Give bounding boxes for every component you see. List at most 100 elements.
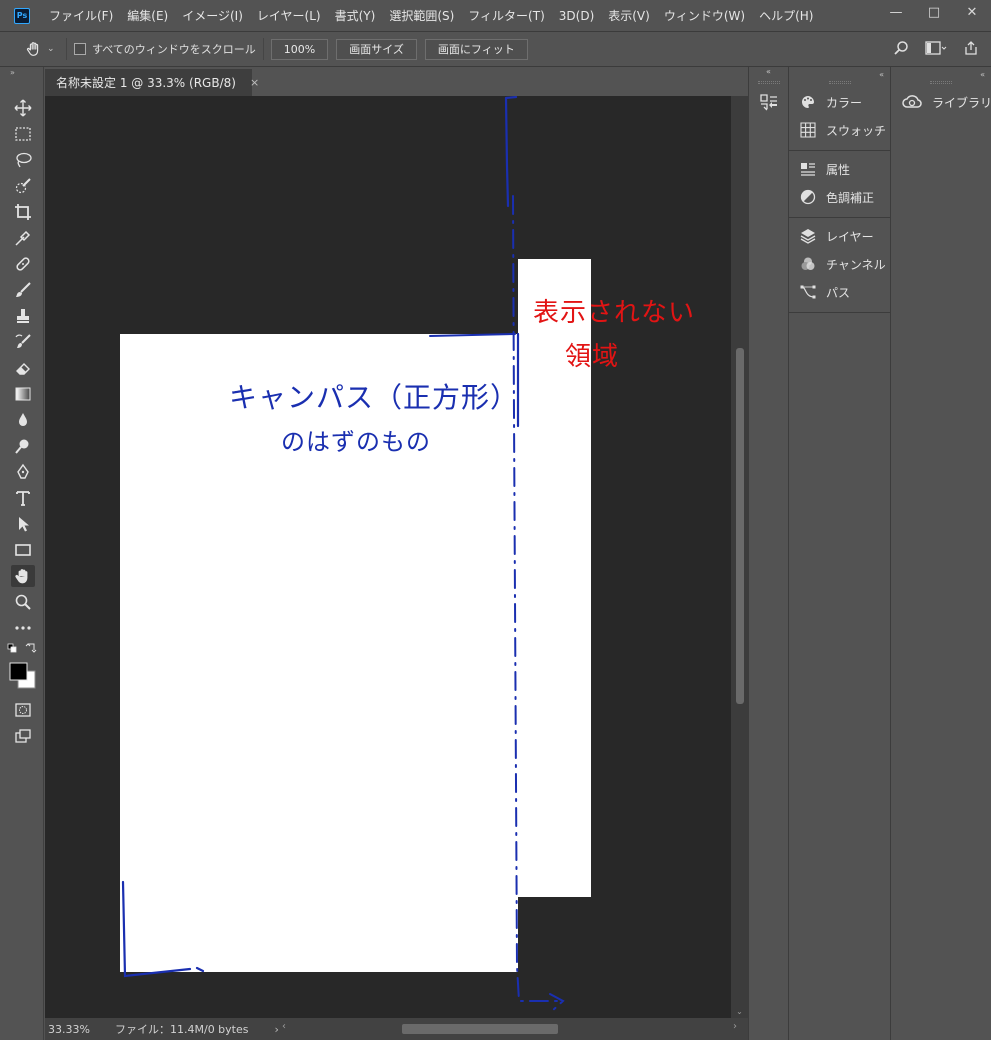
healing-brush-tool-icon[interactable] [11, 253, 35, 275]
status-menu-arrow-icon[interactable]: › [275, 1023, 279, 1036]
panel-group-libraries: ライブラリ [891, 84, 991, 122]
close-window-button[interactable]: ✕ [953, 0, 991, 24]
zoom-100-button[interactable]: 100% [270, 38, 329, 60]
annotation-hidden-note-line1: 表示されない [533, 298, 696, 328]
foreground-background-color-icon[interactable] [8, 661, 38, 691]
scroll-all-label: すべてのウィンドウをスクロール [92, 43, 256, 56]
document-tab[interactable]: 名称未設定 1 @ 33.3% (RGB/8) × [45, 69, 259, 96]
panel-tab-adjustments[interactable]: 色調補正 [789, 183, 890, 211]
zoom-tool-icon[interactable] [11, 591, 35, 613]
clone-stamp-tool-icon[interactable] [11, 305, 35, 327]
menu-bar: Ps ファイル(F) 編集(E) イメージ(I) レイヤー(L) 書式(Y) 選… [0, 0, 991, 31]
panel-label-properties: 属性 [826, 162, 851, 177]
menu-select[interactable]: 選択範囲(S) [382, 7, 461, 24]
menu-file[interactable]: ファイル(F) [42, 7, 120, 24]
tools-panel: » [0, 67, 44, 1040]
vertical-scroll-thumb[interactable] [736, 348, 744, 704]
gradient-tool-icon[interactable] [11, 383, 35, 405]
annotation-strokes [121, 96, 565, 1012]
panel-dock: « カラー スウォッチ 属性 色調補正 レイヤー チャンネル パス [788, 67, 890, 1040]
zoom-level-field[interactable]: 33.33% [45, 1020, 101, 1038]
type-tool-icon[interactable] [11, 487, 35, 509]
collapse-panels-icon[interactable]: « [879, 70, 884, 79]
brush-tool-icon[interactable] [11, 279, 35, 301]
panel-tab-paths[interactable]: パス [789, 278, 890, 306]
divider [66, 38, 67, 60]
hand-tool-icon[interactable] [11, 565, 35, 587]
file-size-info: ファイル：11.4M/0 bytes [115, 1023, 249, 1036]
canvas-workspace[interactable]: キャンパス（正方形） のはずのもの 表示されない 領域 [45, 96, 731, 1018]
collapse-dock-icon[interactable]: « [749, 67, 788, 81]
annotation-hidden-note-line2: 領域 [565, 342, 620, 372]
fit-screen-button[interactable]: 画面サイズ [336, 38, 417, 60]
lasso-tool-icon[interactable] [11, 149, 35, 171]
pen-tool-icon[interactable] [11, 461, 35, 483]
menu-help[interactable]: ヘルプ(H) [752, 7, 820, 24]
marquee-tool-icon[interactable] [11, 123, 35, 145]
default-colors-swap-icon[interactable] [6, 641, 40, 655]
fill-screen-button[interactable]: 画面にフィット [424, 38, 528, 60]
horizontal-scroll-thumb[interactable] [402, 1024, 558, 1034]
panel-label-color: カラー [826, 95, 863, 110]
status-bar: 33.33% ファイル：11.4M/0 bytes › ‹ › [45, 1018, 748, 1040]
panel-tab-color[interactable]: カラー [789, 88, 890, 116]
photoshop-logo-icon[interactable]: Ps [14, 7, 30, 24]
path-selection-tool-icon[interactable] [11, 513, 35, 535]
search-icon[interactable] [893, 40, 909, 59]
document-tab-title: 名称未設定 1 @ 33.3% (RGB/8) [56, 76, 236, 90]
history-brush-tool-icon[interactable] [11, 331, 35, 353]
document-tab-bar: 名称未設定 1 @ 33.3% (RGB/8) × [45, 67, 748, 96]
quick-selection-tool-icon[interactable] [11, 175, 35, 197]
menu-layer[interactable]: レイヤー(L) [250, 7, 328, 24]
minimize-button[interactable]: — [877, 0, 915, 24]
panel-tab-properties[interactable]: 属性 [789, 155, 890, 183]
more-tools-icon[interactable] [11, 617, 35, 639]
panel-label-channels: チャンネル [826, 257, 886, 272]
move-tool-icon[interactable] [11, 97, 35, 119]
scroll-down-arrow-icon[interactable]: ⌄ [734, 1007, 745, 1016]
menu-filter[interactable]: フィルター(T) [461, 7, 551, 24]
options-bar: ⌄ すべてのウィンドウをスクロール 100% 画面サイズ 画面にフィット [0, 31, 991, 67]
panel-tab-libraries[interactable]: ライブラリ [891, 88, 991, 116]
panel-tab-layers[interactable]: レイヤー [789, 222, 890, 250]
dock-grip[interactable] [757, 81, 780, 84]
quick-mask-icon[interactable] [11, 699, 35, 721]
eraser-tool-icon[interactable] [11, 357, 35, 379]
menu-edit[interactable]: 編集(E) [120, 7, 175, 24]
adjustments-icon [799, 188, 817, 206]
screen-mode-icon[interactable] [11, 725, 35, 747]
dodge-tool-icon[interactable] [11, 435, 35, 457]
panel-group-layers: レイヤー チャンネル パス [789, 218, 890, 313]
crop-tool-icon[interactable] [11, 201, 35, 223]
blur-tool-icon[interactable] [11, 409, 35, 431]
panel-tab-swatches[interactable]: スウォッチ [789, 116, 890, 144]
horizontal-scrollbar[interactable]: ‹ › [282, 1020, 737, 1038]
collapse-libraries-icon[interactable]: « [980, 70, 985, 79]
layers-icon [799, 227, 817, 245]
scroll-right-arrow-icon[interactable]: › [733, 1021, 737, 1032]
annotation-canvas-note-line1: キャンパス（正方形） [229, 381, 520, 414]
window-controls: — □ ✕ [877, 0, 991, 24]
workspace-icon[interactable] [925, 40, 947, 59]
panel-group-color: カラー スウォッチ [789, 84, 890, 151]
history-panel-icon[interactable] [759, 93, 779, 111]
menu-view[interactable]: 表示(V) [601, 7, 657, 24]
hand-tool-preset-icon[interactable] [24, 39, 44, 59]
dock-header: « [891, 67, 991, 81]
vertical-scrollbar[interactable]: ⌄ [731, 96, 748, 1018]
maximize-button[interactable]: □ [915, 0, 953, 24]
share-icon[interactable] [963, 40, 979, 59]
panel-tab-channels[interactable]: チャンネル [789, 250, 890, 278]
menu-image[interactable]: イメージ(I) [175, 7, 250, 24]
collapse-toolbar-icon[interactable]: » [0, 67, 43, 79]
menu-3d[interactable]: 3D(D) [552, 9, 601, 23]
menu-type[interactable]: 書式(Y) [328, 7, 383, 24]
eyedropper-tool-icon[interactable] [11, 227, 35, 249]
scroll-all-checkbox[interactable] [74, 43, 86, 55]
libraries-dock: « ライブラリ [890, 67, 991, 1040]
menu-window[interactable]: ウィンドウ(W) [657, 7, 752, 24]
close-document-icon[interactable]: × [250, 76, 259, 89]
rectangle-tool-icon[interactable] [11, 539, 35, 561]
scroll-left-arrow-icon[interactable]: ‹ [282, 1021, 286, 1032]
chevron-down-icon[interactable]: ⌄ [47, 44, 59, 54]
